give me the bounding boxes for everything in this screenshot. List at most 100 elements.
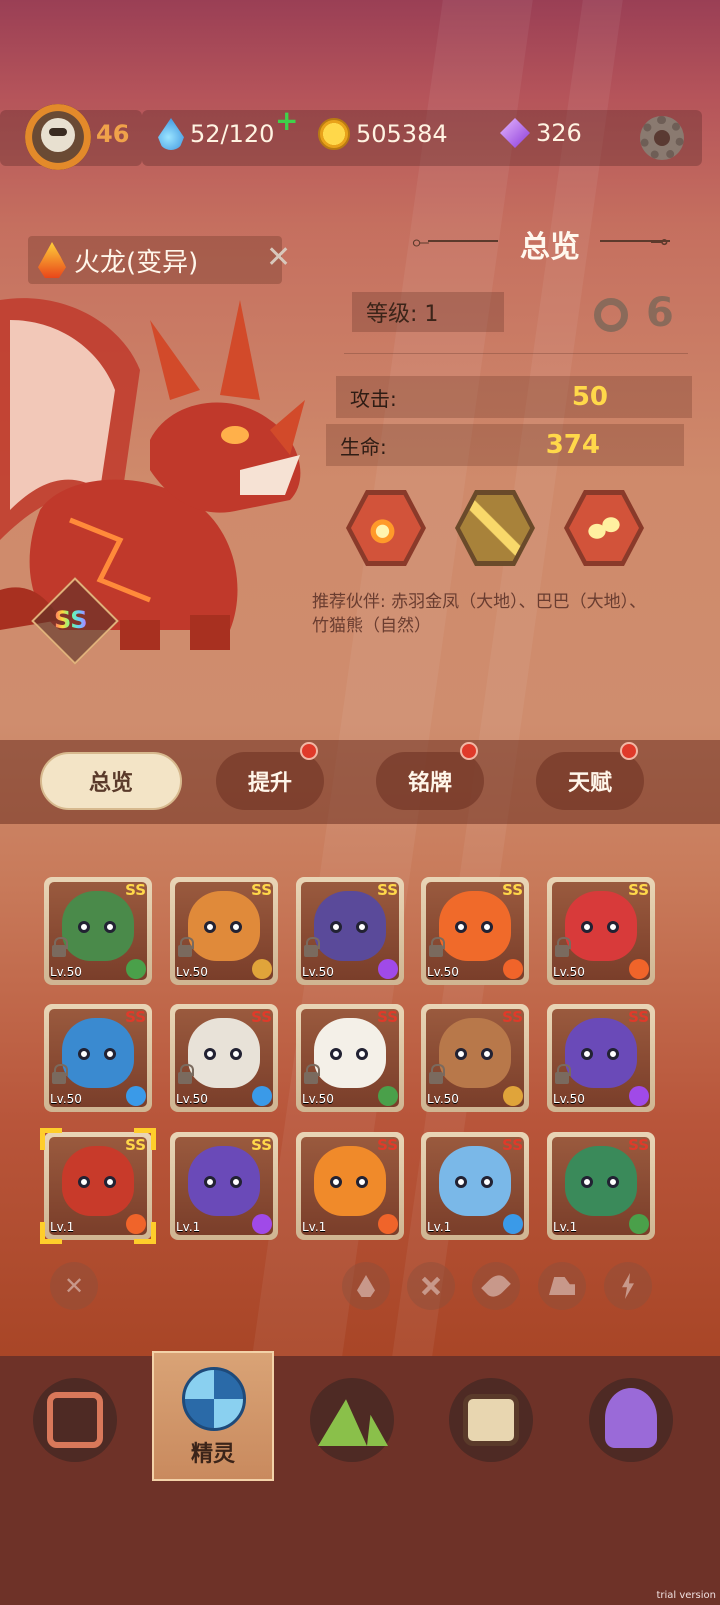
pet-level: Lv.1: [176, 1220, 201, 1234]
pet-card[interactable]: SS Lv.1: [421, 1132, 529, 1240]
map-pin-icon: [605, 1388, 657, 1448]
pet-level: Lv.50: [427, 965, 459, 979]
star-slot-icon: [594, 298, 628, 332]
pet-name-plate: 火龙(变异): [28, 236, 282, 284]
rank-badge: SS: [502, 881, 523, 899]
gear-icon[interactable]: [640, 116, 684, 160]
pet-card[interactable]: SS Lv.50: [296, 1004, 404, 1112]
pet-level: Lv.50: [302, 965, 334, 979]
filter-thunder-button[interactable]: [604, 1262, 652, 1310]
pet-portrait: [439, 1018, 511, 1088]
ice-icon: [415, 1270, 446, 1301]
tab-upgrade[interactable]: 提升: [216, 752, 324, 810]
nature-icon: [126, 959, 146, 979]
lock-icon: [304, 1064, 320, 1084]
clear-filter-button[interactable]: ✕: [50, 1262, 98, 1310]
chest-icon: [463, 1394, 519, 1446]
divider: [344, 353, 688, 354]
tab-talent[interactable]: 天赋: [536, 752, 644, 810]
hp-label: 生命:: [340, 434, 387, 459]
rank-badge: SS: [251, 881, 272, 899]
water-drop-icon: [158, 118, 184, 150]
notification-badge: [460, 742, 478, 760]
watermark: trial version: [656, 1590, 716, 1601]
hp-value: 374: [545, 430, 600, 460]
gem-resource: 326: [500, 118, 582, 148]
fire-icon: [503, 959, 523, 979]
earth-icon: [252, 959, 272, 979]
filter-nature-button[interactable]: [472, 1262, 520, 1310]
nav-explore-button[interactable]: [310, 1378, 394, 1462]
player-level: 46: [96, 120, 130, 148]
cross-slash-icon: [460, 495, 530, 561]
close-icon[interactable]: ✕: [266, 240, 291, 275]
pet-level: 等级: 1: [352, 292, 504, 332]
ornament-left-icon: ⟜: [412, 230, 430, 255]
lock-icon: [52, 937, 68, 957]
top-bar: 46 52/120 + 505384 326: [0, 104, 720, 170]
pet-card[interactable]: SS Lv.1: [296, 1132, 404, 1240]
fire-icon: [357, 1275, 375, 1297]
rank-badge: SS: [377, 1008, 398, 1026]
coin-resource: 505384: [318, 118, 448, 150]
backpack-icon: [47, 1392, 103, 1448]
pet-portrait: [188, 1018, 260, 1088]
earth-icon: [549, 1277, 575, 1295]
tab-nameplate[interactable]: 铭牌: [376, 752, 484, 810]
notification-badge: [620, 742, 638, 760]
recommended-partners: 推荐伙伴: 赤羽金凤（大地）、巴巴（大地）、竹猫熊（自然）: [312, 592, 647, 636]
mountain-icon: [318, 1399, 388, 1446]
notification-badge: [300, 742, 318, 760]
gem-value: 326: [536, 119, 582, 147]
pet-card[interactable]: SS Lv.50: [421, 877, 529, 985]
nature-icon: [629, 1214, 649, 1234]
nature-icon: [378, 1086, 398, 1106]
pet-card[interactable]: SS Lv.50: [44, 1004, 152, 1112]
pet-portrait: [439, 891, 511, 961]
pet-name: 火龙(变异): [74, 247, 199, 278]
ice-icon: [252, 1086, 272, 1106]
lock-icon: [429, 1064, 445, 1084]
selection-frame: [40, 1128, 156, 1244]
pet-card[interactable]: SS Lv.50: [170, 877, 278, 985]
fire-icon: [38, 242, 66, 278]
pet-portrait: [62, 1018, 134, 1088]
add-energy-button[interactable]: +: [275, 104, 298, 137]
overview-title: 总览: [520, 230, 580, 265]
pet-level: Lv.50: [553, 965, 585, 979]
tab-overview[interactable]: 总览: [40, 752, 182, 810]
twin-flame-icon: [569, 495, 639, 561]
pet-card[interactable]: SS Lv.50: [296, 877, 404, 985]
filter-earth-button[interactable]: [538, 1262, 586, 1310]
filter-ice-button[interactable]: [407, 1262, 455, 1310]
pet-card[interactable]: SS Lv.50: [421, 1004, 529, 1112]
attack-value: 50: [571, 382, 608, 412]
skill-flame[interactable]: [564, 490, 644, 566]
evolution-icon[interactable]: 6: [646, 290, 674, 336]
ice-icon: [503, 1214, 523, 1234]
pet-card[interactable]: SS Lv.50: [547, 1004, 655, 1112]
earth-icon: [503, 1086, 523, 1106]
fire-icon: [629, 959, 649, 979]
pet-card[interactable]: SS Lv.50: [44, 877, 152, 985]
filter-fire-button[interactable]: [342, 1262, 390, 1310]
attack-label: 攻击:: [350, 386, 397, 411]
lock-icon: [178, 1064, 194, 1084]
pet-level: Lv.50: [302, 1092, 334, 1106]
player-avatar[interactable]: [25, 104, 91, 170]
nav-chest-button[interactable]: [449, 1378, 533, 1462]
rank-badge-label: SS: [54, 606, 88, 634]
coin-value: 505384: [356, 120, 448, 148]
nav-map-button[interactable]: [589, 1378, 673, 1462]
pet-level: Lv.50: [176, 965, 208, 979]
nav-backpack-button[interactable]: [33, 1378, 117, 1462]
pet-card[interactable]: SS Lv.50: [170, 1004, 278, 1112]
pet-card[interactable]: SS Lv.50: [547, 877, 655, 985]
pet-card[interactable]: SS Lv.1: [170, 1132, 278, 1240]
rank-badge: SS: [628, 1136, 649, 1154]
pet-card[interactable]: SS Lv.1: [547, 1132, 655, 1240]
pet-portrait: [188, 1146, 260, 1216]
rank-badge: SS: [628, 1008, 649, 1026]
ornament-right-icon: ⊸: [650, 230, 669, 255]
attack-stat: 攻击: 50: [336, 376, 692, 418]
